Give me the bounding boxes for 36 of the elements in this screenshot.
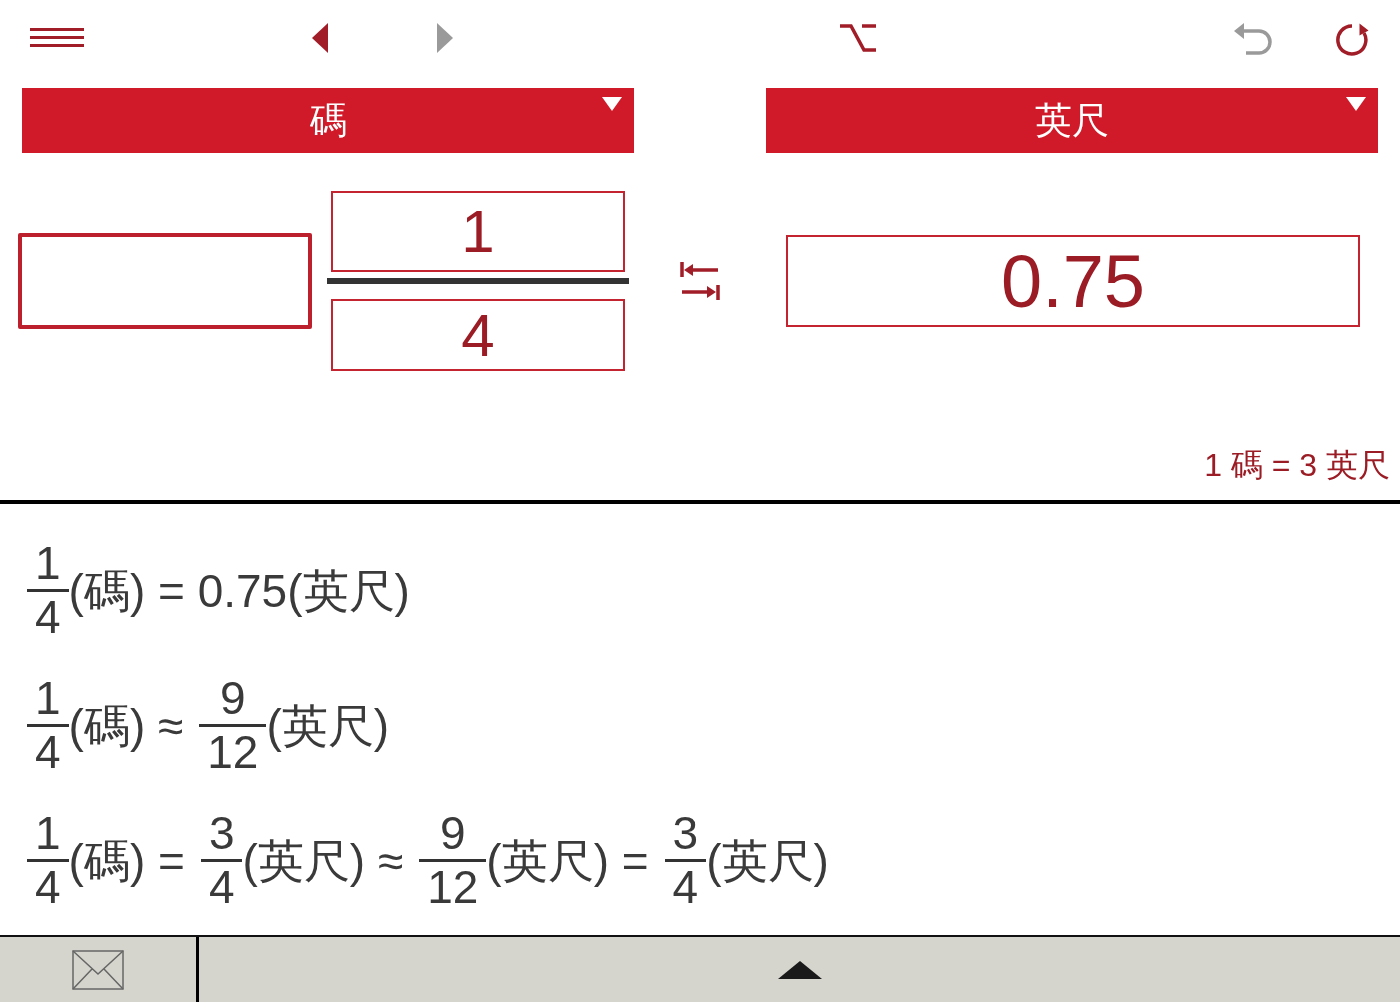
fraction-denominator: 4 bbox=[34, 592, 62, 643]
fraction-numerator: 9 bbox=[219, 673, 247, 724]
fraction-denominator: 12 bbox=[206, 727, 260, 778]
fraction-numerator: 1 bbox=[34, 808, 62, 859]
fraction-denominator: 12 bbox=[426, 862, 480, 913]
caret-icon bbox=[602, 97, 622, 111]
unit-dropdown[interactable]: 碼 bbox=[22, 88, 634, 153]
unit-dropdown[interactable]: 英尺 bbox=[766, 88, 1378, 153]
equation-text: (英尺) ≈ bbox=[242, 833, 404, 889]
menu-icon[interactable] bbox=[30, 28, 84, 48]
swap-arrows-icon[interactable] bbox=[680, 262, 720, 300]
fraction-denominator: 4 bbox=[34, 727, 62, 778]
option-key-icon[interactable] bbox=[840, 24, 876, 52]
fraction-denominator: 4 bbox=[207, 862, 236, 913]
equation-text: (英尺) bbox=[706, 833, 829, 889]
fraction-denominator: 4 bbox=[34, 862, 62, 913]
equation-text: (碼) ≈ bbox=[68, 698, 184, 754]
mail-icon[interactable] bbox=[72, 949, 124, 990]
equation-text: (碼) = bbox=[68, 833, 185, 889]
fraction-numerator: 1 bbox=[34, 538, 62, 589]
fraction-denominator: 4 bbox=[671, 862, 700, 913]
whole-number-field[interactable] bbox=[18, 233, 312, 329]
equation-text: (英尺) = bbox=[486, 833, 649, 889]
fraction-numerator: 3 bbox=[671, 808, 700, 859]
fraction-numerator: 9 bbox=[438, 808, 467, 859]
denominator-field[interactable]: 4 bbox=[331, 299, 625, 371]
result-field[interactable]: 0.75 bbox=[786, 235, 1360, 327]
fraction-numerator: 3 bbox=[207, 808, 236, 859]
fraction-numerator: 1 bbox=[34, 673, 62, 724]
equation-text: (英尺) bbox=[266, 698, 390, 754]
numerator-field[interactable]: 1 bbox=[331, 191, 625, 272]
equation-text: (碼) = 0.75(英尺) bbox=[68, 563, 410, 619]
left-triangle-icon[interactable] bbox=[312, 23, 328, 53]
conversion-definition: 1 碼 = 3 英尺 bbox=[1204, 446, 1390, 485]
caret-icon bbox=[1346, 97, 1366, 111]
expand-up-icon[interactable] bbox=[777, 960, 822, 979]
